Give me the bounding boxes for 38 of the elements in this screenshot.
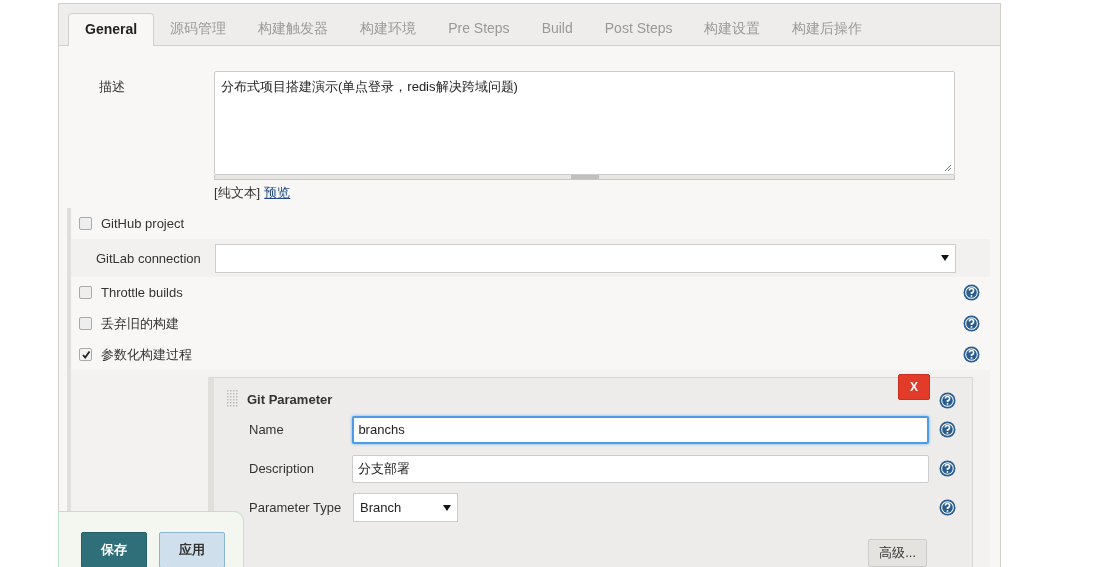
- drag-handle-icon[interactable]: [227, 390, 239, 408]
- help-icon[interactable]: [963, 284, 980, 301]
- checkbox[interactable]: [79, 286, 92, 299]
- field-label: Name: [249, 422, 285, 437]
- checkbox[interactable]: [79, 348, 92, 361]
- format-label: [纯文本]: [214, 184, 261, 202]
- option-label: GitLab connection: [96, 250, 202, 266]
- drag-handle-icon: [570, 175, 599, 179]
- tab[interactable]: General: [68, 13, 155, 46]
- advanced-button[interactable]: 高级...: [868, 539, 927, 567]
- text-field[interactable]: 分支部署: [352, 454, 930, 483]
- save-button[interactable]: 保存: [81, 532, 147, 567]
- delete-button[interactable]: X: [898, 374, 930, 400]
- help-icon[interactable]: [963, 346, 980, 363]
- help-icon[interactable]: [939, 499, 956, 516]
- parameter-title: Git Parameter: [247, 391, 333, 407]
- option-label: 丢弃旧的构建: [101, 314, 179, 333]
- parameter-type-select[interactable]: Branch: [353, 493, 458, 522]
- help-icon[interactable]: [939, 421, 956, 438]
- description-field[interactable]: 分布式项目搭建演示(单点登录，redis解决跨域问题): [214, 71, 955, 175]
- checkbox[interactable]: [79, 217, 92, 230]
- preview-link[interactable]: 预览: [264, 184, 291, 202]
- description-label: 描述: [98, 78, 126, 96]
- option-label: Throttle builds: [101, 285, 183, 300]
- field-label: Description: [249, 461, 316, 476]
- apply-button[interactable]: 应用: [159, 532, 225, 567]
- dropdown-caret-icon: [443, 504, 451, 511]
- help-icon[interactable]: [939, 392, 956, 409]
- checkbox[interactable]: [79, 317, 92, 330]
- help-icon[interactable]: [963, 315, 980, 332]
- help-icon[interactable]: [939, 460, 956, 477]
- dropdown-caret-icon: [941, 255, 949, 261]
- description-text: 分布式项目搭建演示(单点登录，redis解决跨域问题): [221, 79, 518, 94]
- option-label: 参数化构建过程: [101, 345, 192, 364]
- resize-grip-icon: [944, 164, 952, 172]
- field-label: Parameter Type: [249, 500, 343, 515]
- text-field[interactable]: branchs: [352, 415, 930, 444]
- option-label: GitHub project: [101, 216, 185, 231]
